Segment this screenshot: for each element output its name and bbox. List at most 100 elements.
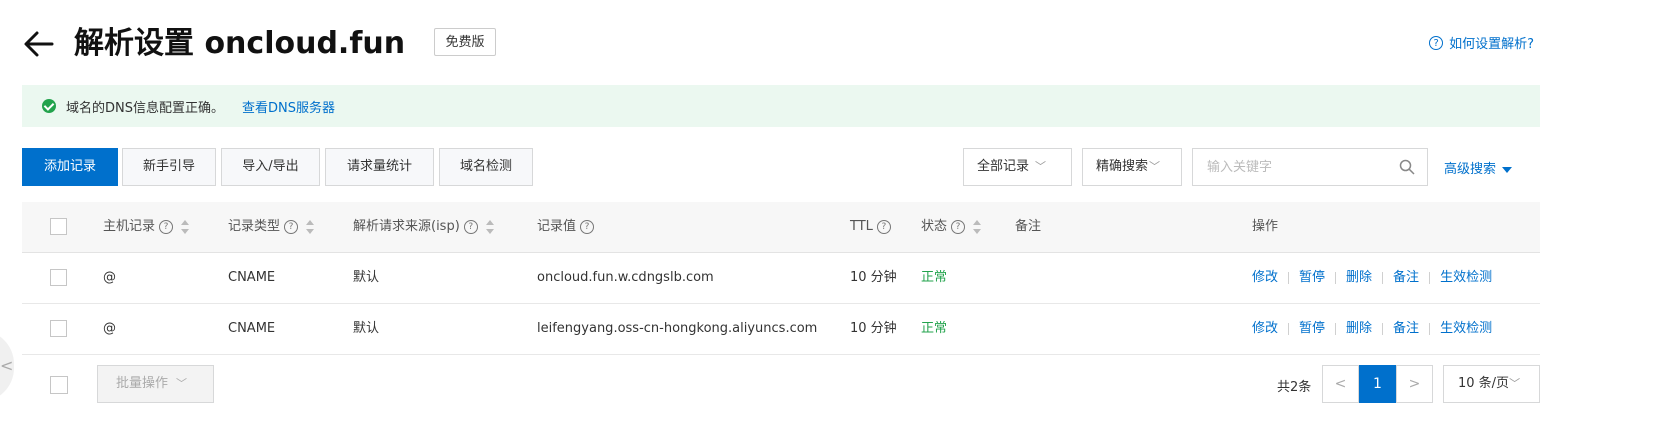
select-all-checkbox[interactable] [50, 218, 67, 235]
dns-records-table: 主机记录? 记录类型? 解析请求来源(isp)? 记录值? TTL? 状态? 备… [22, 202, 1540, 355]
row-checkbox[interactable] [50, 269, 67, 286]
row-value: oncloud.fun.w.cdngslb.com [537, 270, 714, 285]
question-icon[interactable]: ? [463, 219, 478, 234]
pause-link[interactable]: 暂停 [1299, 253, 1325, 303]
row-ttl: 10 分钟 [850, 321, 897, 336]
column-value: 记录值? [537, 202, 595, 252]
column-value-label: 记录值 [537, 219, 577, 234]
search-icon[interactable] [1399, 159, 1415, 175]
divider [1288, 323, 1290, 335]
chevron-down-icon: ﹀ [1149, 160, 1161, 173]
column-status-label: 状态 [921, 219, 948, 234]
page-size-value: 10 条/页 [1458, 376, 1510, 391]
column-actions: 操作 [1252, 219, 1279, 234]
column-ttl-label: TTL [850, 219, 873, 234]
row-host: @ [103, 321, 116, 336]
batch-actions-button[interactable]: 批量操作 ﹀ [97, 365, 214, 403]
notice-message: 域名的DNS信息配置正确。 [66, 100, 224, 116]
sort-icon[interactable] [181, 219, 190, 234]
table-row: @ CNAME 默认 oncloud.fun.w.cdngslb.com 10 … [22, 253, 1540, 304]
row-status: 正常 [921, 321, 948, 336]
search-mode-select[interactable]: 精确搜索﹀ [1082, 148, 1182, 186]
search-mode-value: 精确搜索 [1096, 159, 1149, 174]
row-value: leifengyang.oss-cn-hongkong.aliyuncs.com [537, 321, 818, 336]
remark-link[interactable]: 备注 [1393, 253, 1419, 303]
column-status: 状态? [921, 202, 982, 252]
divider [1288, 272, 1290, 284]
question-icon[interactable]: ? [876, 219, 891, 234]
question-icon[interactable]: ? [580, 219, 595, 234]
batch-actions-label: 批量操作 [116, 376, 169, 391]
help-link[interactable]: ? 如何设置解析? [1429, 33, 1534, 52]
row-status: 正常 [921, 270, 948, 285]
sort-icon[interactable] [973, 219, 982, 234]
row-ttl: 10 分钟 [850, 270, 897, 285]
edition-badge: 免费版 [434, 28, 496, 56]
search-input[interactable] [1205, 149, 1399, 185]
column-ttl: TTL? [850, 202, 891, 252]
row-type: CNAME [228, 270, 276, 285]
question-icon[interactable]: ? [951, 219, 966, 234]
divider [1335, 323, 1337, 335]
divider [1382, 272, 1384, 284]
delete-link[interactable]: 删除 [1346, 304, 1372, 354]
page-size-select[interactable]: 10 条/页﹀ [1443, 365, 1540, 403]
table-row: @ CNAME 默认 leifengyang.oss-cn-hongkong.a… [22, 304, 1540, 355]
check-effect-link[interactable]: 生效检测 [1440, 304, 1492, 354]
advanced-search-link[interactable]: 高级搜索 [1444, 158, 1513, 177]
row-checkbox[interactable] [50, 320, 67, 337]
search-box [1192, 148, 1428, 186]
chevron-left-icon: < [0, 356, 14, 375]
question-icon[interactable]: ? [284, 219, 299, 234]
row-host: @ [103, 270, 116, 285]
view-dns-servers-link[interactable]: 查看DNS服务器 [242, 97, 335, 116]
row-type: CNAME [228, 321, 276, 336]
dns-status-notice: 域名的DNS信息配置正确。 查看DNS服务器 [22, 85, 1540, 127]
request-stats-button[interactable]: 请求量统计 [325, 148, 434, 186]
sort-icon[interactable] [485, 219, 494, 234]
record-filter-value: 全部记录 [977, 159, 1030, 174]
column-source: 解析请求来源(isp)? [353, 202, 494, 252]
column-type-label: 记录类型 [228, 219, 281, 234]
import-export-button[interactable]: 导入/导出 [221, 148, 320, 186]
column-source-label: 解析请求来源(isp) [353, 219, 460, 234]
chevron-down-icon: ﹀ [176, 377, 188, 390]
prev-page-button[interactable]: < [1322, 365, 1359, 403]
column-remark: 备注 [1015, 219, 1042, 234]
help-link-label: 如何设置解析? [1449, 37, 1534, 52]
sort-icon[interactable] [306, 219, 315, 234]
back-arrow-icon[interactable] [22, 28, 56, 60]
total-count: 共2条 [1277, 380, 1312, 395]
remark-link[interactable]: 备注 [1393, 304, 1419, 354]
divider [1429, 323, 1431, 335]
divider [1335, 272, 1337, 284]
chevron-down-icon: ﹀ [1035, 160, 1047, 173]
page-number-current[interactable]: 1 [1359, 365, 1396, 403]
chevron-right-icon: > [1408, 376, 1421, 392]
pause-link[interactable]: 暂停 [1299, 304, 1325, 354]
row-source: 默认 [353, 321, 380, 336]
divider [1382, 323, 1384, 335]
column-host-label: 主机记录 [103, 219, 156, 234]
beginner-guide-button[interactable]: 新手引导 [122, 148, 216, 186]
edit-link[interactable]: 修改 [1252, 304, 1278, 354]
check-circle-icon [42, 99, 56, 113]
domain-check-button[interactable]: 域名检测 [439, 148, 533, 186]
footer-select-all-checkbox[interactable] [50, 376, 68, 394]
chevron-down-icon: ﹀ [1509, 377, 1521, 390]
check-effect-link[interactable]: 生效检测 [1440, 253, 1492, 303]
table-header: 主机记录? 记录类型? 解析请求来源(isp)? 记录值? TTL? 状态? 备… [22, 202, 1540, 253]
record-filter-select[interactable]: 全部记录 ﹀ [963, 148, 1072, 186]
column-type: 记录类型? [228, 202, 315, 252]
delete-link[interactable]: 删除 [1346, 253, 1372, 303]
sidebar-collapse-handle[interactable]: < [0, 330, 14, 402]
divider [1429, 272, 1431, 284]
edit-link[interactable]: 修改 [1252, 253, 1278, 303]
page-title: 解析设置 oncloud.fun [74, 26, 406, 61]
help-question-icon: ? [1429, 35, 1444, 50]
add-record-button[interactable]: 添加记录 [22, 148, 118, 186]
caret-down-icon [1502, 166, 1513, 173]
question-icon[interactable]: ? [159, 219, 174, 234]
column-host: 主机记录? [103, 202, 190, 252]
next-page-button[interactable]: > [1396, 365, 1433, 403]
